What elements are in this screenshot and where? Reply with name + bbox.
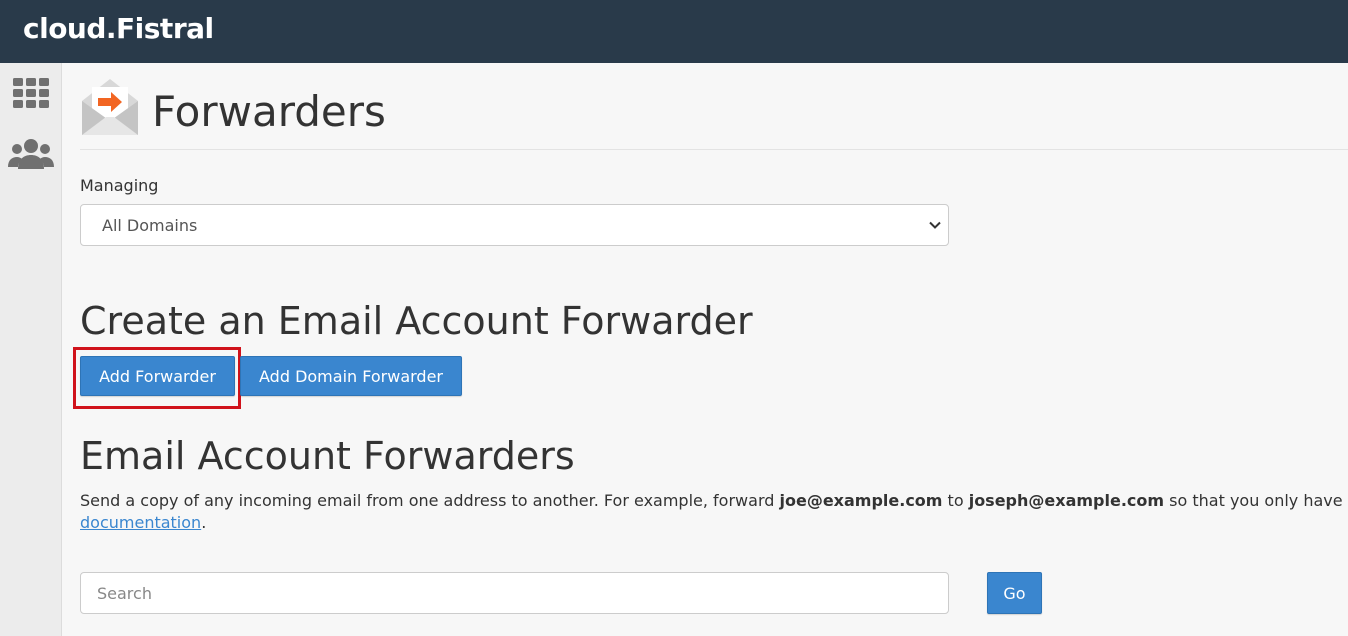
chevron-down-icon: [928, 218, 942, 237]
sidebar: [0, 63, 62, 636]
search-input[interactable]: [80, 572, 949, 614]
domain-select-value: All Domains: [102, 216, 198, 235]
forward-mail-icon: [80, 77, 140, 142]
main-content: Forwarders Managing All Domains Create a…: [62, 63, 1348, 636]
add-domain-forwarder-button[interactable]: Add Domain Forwarder: [240, 356, 462, 396]
managing-label: Managing: [80, 176, 159, 195]
add-forwarder-button[interactable]: Add Forwarder: [80, 356, 235, 396]
page-title: Forwarders: [152, 87, 386, 136]
domain-select[interactable]: All Domains: [80, 204, 949, 246]
top-bar: cloud.Fistral: [0, 0, 1348, 63]
description-text: Send a copy of any incoming email from o…: [80, 491, 780, 510]
email-forwarders-heading: Email Account Forwarders: [80, 434, 575, 478]
description-period: .: [201, 513, 207, 532]
brand-logo[interactable]: cloud.Fistral: [23, 12, 214, 45]
description-text: to: [942, 491, 969, 510]
grid-icon[interactable]: [0, 77, 62, 114]
create-forwarder-heading: Create an Email Account Forwarder: [80, 299, 753, 343]
example-to-address: joseph@example.com: [968, 491, 1165, 510]
documentation-link[interactable]: documentation: [80, 513, 201, 532]
users-icon[interactable]: [0, 137, 62, 176]
go-button[interactable]: Go: [987, 572, 1042, 614]
forwarders-description: Send a copy of any incoming email from o…: [80, 490, 1348, 534]
example-from-address: joe@example.com: [779, 491, 943, 510]
description-text: so that you only have: [1164, 491, 1343, 510]
title-divider: [80, 149, 1348, 150]
